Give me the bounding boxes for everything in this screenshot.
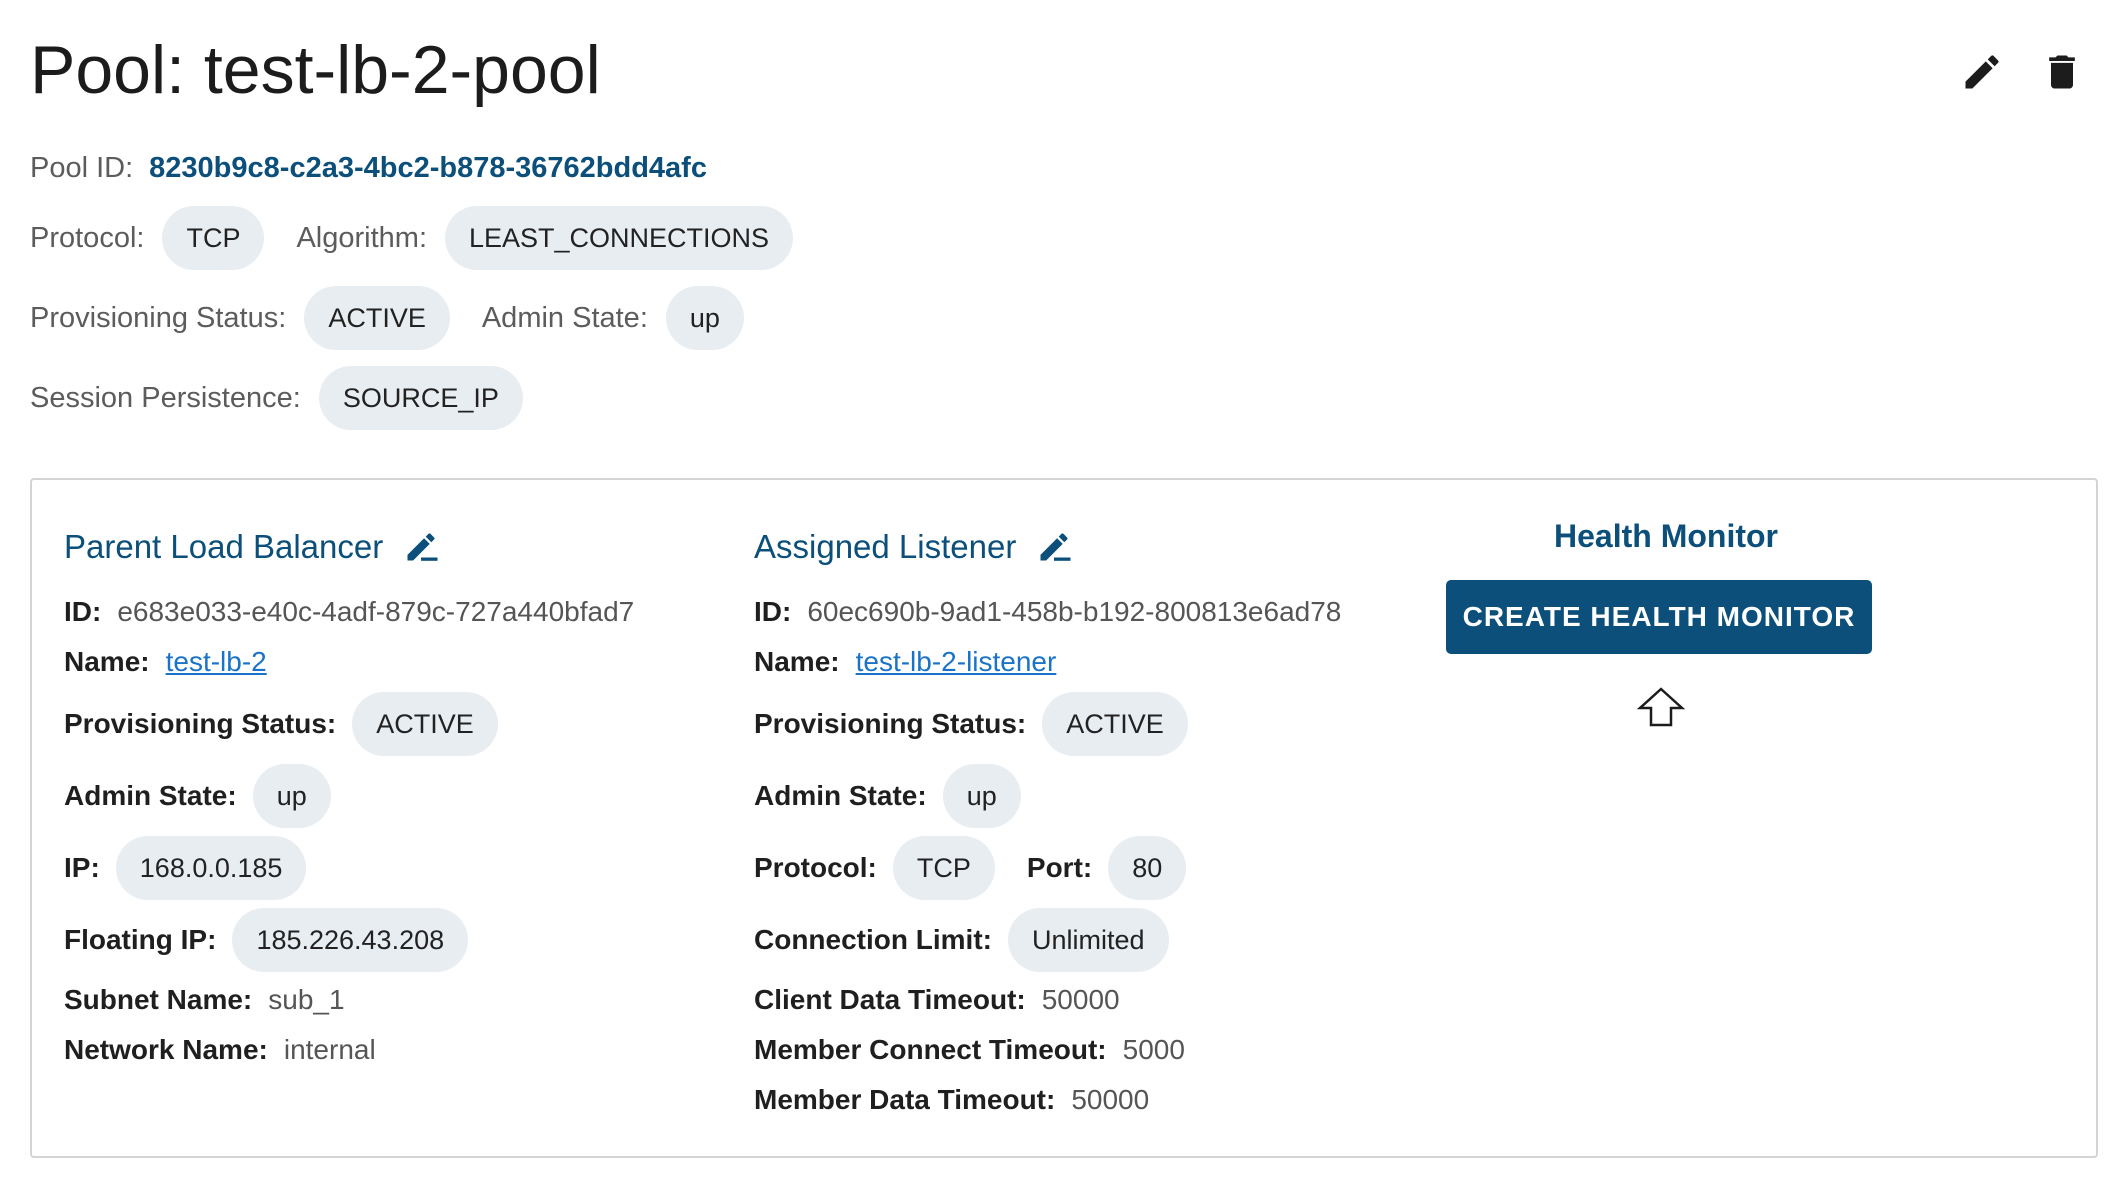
listener-provisioning-chip: ACTIVE xyxy=(1042,692,1188,756)
pool-id-row: Pool ID: 8230b9c8-c2a3-4bc2-b878-36762bd… xyxy=(30,148,707,188)
listener-title: Assigned Listener xyxy=(754,528,1017,565)
admin-state-chip: up xyxy=(665,286,744,350)
lb-name-label: Name: xyxy=(64,646,150,677)
listener-port-label: Port: xyxy=(1026,852,1093,883)
lb-name-link[interactable]: test-lb-2 xyxy=(166,646,267,678)
pencil-edit-icon[interactable] xyxy=(1036,529,1072,565)
listener-admin-chip: up xyxy=(942,764,1021,828)
trash-icon xyxy=(2049,55,2075,89)
listener-member-connect-field: Member Connect Timeout: 5000 xyxy=(754,1030,1185,1070)
listener-provisioning-label: Provisioning Status: xyxy=(754,708,1027,739)
listener-port-chip: 80 xyxy=(1108,836,1187,900)
load-balancer-title: Parent Load Balancer xyxy=(64,528,384,565)
health-monitor-title: Health Monitor xyxy=(1554,518,1778,554)
lb-ip-field: IP: 168.0.0.185 xyxy=(64,836,307,900)
listener-client-timeout-label: Client Data Timeout: xyxy=(754,984,1026,1015)
listener-conn-limit-field: Connection Limit: Unlimited xyxy=(754,908,1169,972)
lb-id-label: ID: xyxy=(64,596,102,627)
session-persistence-chip: SOURCE_IP xyxy=(318,366,523,430)
protocol-label: Protocol: xyxy=(30,221,145,254)
load-balancer-heading: Parent Load Balancer xyxy=(64,522,439,572)
listener-conn-limit-chip: Unlimited xyxy=(1007,908,1169,972)
session-row: Session Persistence: SOURCE_IP xyxy=(30,366,523,430)
lb-floating-ip-field: Floating IP: 185.226.43.208 xyxy=(64,908,469,972)
listener-admin-field: Admin State: up xyxy=(754,764,1021,828)
listener-name-label: Name: xyxy=(754,646,840,677)
listener-client-timeout-field: Client Data Timeout: 50000 xyxy=(754,980,1120,1020)
listener-id-label: ID: xyxy=(754,596,792,627)
listener-protocol-label: Protocol: xyxy=(754,852,877,883)
lb-subnet-value: sub_1 xyxy=(268,984,345,1015)
lb-id-value: e683e033-e40c-4adf-879c-727a440bfad7 xyxy=(117,596,635,627)
lb-admin-chip: up xyxy=(252,764,331,828)
lb-subnet-label: Subnet Name: xyxy=(64,984,253,1015)
protocol-row: Protocol: TCP Algorithm: LEAST_CONNECTIO… xyxy=(30,206,794,270)
listener-id-field: ID: 60ec690b-9ad1-458b-b192-800813e6ad78 xyxy=(754,592,1341,632)
delete-pool-button[interactable] xyxy=(2040,50,2084,94)
lb-floating-ip-chip: 185.226.43.208 xyxy=(232,908,469,972)
session-persistence-label: Session Persistence: xyxy=(30,381,301,414)
listener-client-timeout-value: 50000 xyxy=(1041,984,1120,1015)
lb-name-field: Name: test-lb-2 xyxy=(64,642,267,682)
listener-protocol-port-field: Protocol: TCP Port: 80 xyxy=(754,836,1187,900)
listener-conn-limit-label: Connection Limit: xyxy=(754,924,992,955)
create-health-monitor-button[interactable]: CREATE HEALTH MONITOR xyxy=(1446,580,1872,654)
listener-id-value: 60ec690b-9ad1-458b-b192-800813e6ad78 xyxy=(807,596,1342,627)
listener-provisioning-field: Provisioning Status: ACTIVE xyxy=(754,692,1188,756)
lb-admin-label: Admin State: xyxy=(64,780,237,811)
listener-name-link[interactable]: test-lb-2-listener xyxy=(856,646,1057,678)
listener-heading: Assigned Listener xyxy=(754,522,1072,572)
lb-floating-ip-label: Floating IP: xyxy=(64,924,217,955)
details-card: Parent Load Balancer ID: e683e033-e40c-4… xyxy=(30,478,2098,1158)
pool-id-label: Pool ID: xyxy=(30,151,134,184)
protocol-chip: TCP xyxy=(162,206,265,270)
arrow-up-icon xyxy=(1636,687,1686,727)
lb-network-value: internal xyxy=(283,1034,376,1065)
lb-id-field: ID: e683e033-e40c-4adf-879c-727a440bfad7 xyxy=(64,592,634,632)
status-row: Provisioning Status: ACTIVE Admin State:… xyxy=(30,286,744,350)
provisioning-status-chip: ACTIVE xyxy=(304,286,450,350)
lb-ip-label: IP: xyxy=(64,852,100,883)
listener-member-connect-label: Member Connect Timeout: xyxy=(754,1034,1107,1065)
page-title: Pool: test-lb-2-pool xyxy=(30,32,601,108)
lb-network-label: Network Name: xyxy=(64,1034,268,1065)
listener-member-data-field: Member Data Timeout: 50000 xyxy=(754,1080,1149,1120)
lb-subnet-field: Subnet Name: sub_1 xyxy=(64,980,345,1020)
admin-state-label: Admin State: xyxy=(481,301,648,334)
pencil-icon xyxy=(1965,55,1999,89)
provisioning-status-label: Provisioning Status: xyxy=(30,301,287,334)
listener-protocol-chip: TCP xyxy=(892,836,995,900)
pool-id-value: 8230b9c8-c2a3-4bc2-b878-36762bdd4afc xyxy=(149,151,707,184)
edit-pool-button[interactable] xyxy=(1960,50,2004,94)
listener-admin-label: Admin State: xyxy=(754,780,927,811)
lb-admin-field: Admin State: up xyxy=(64,764,331,828)
lb-provisioning-label: Provisioning Status: xyxy=(64,708,337,739)
listener-member-data-label: Member Data Timeout: xyxy=(754,1084,1056,1115)
listener-name-field: Name: test-lb-2-listener xyxy=(754,642,1056,682)
lb-network-field: Network Name: internal xyxy=(64,1030,376,1070)
lb-provisioning-chip: ACTIVE xyxy=(352,692,498,756)
listener-member-data-value: 50000 xyxy=(1071,1084,1150,1115)
pencil-edit-icon[interactable] xyxy=(403,529,439,565)
lb-provisioning-field: Provisioning Status: ACTIVE xyxy=(64,692,498,756)
lb-ip-chip: 168.0.0.185 xyxy=(115,836,307,900)
algorithm-label: Algorithm: xyxy=(296,221,427,254)
algorithm-chip: LEAST_CONNECTIONS xyxy=(445,206,794,270)
listener-member-connect-value: 5000 xyxy=(1122,1034,1185,1065)
